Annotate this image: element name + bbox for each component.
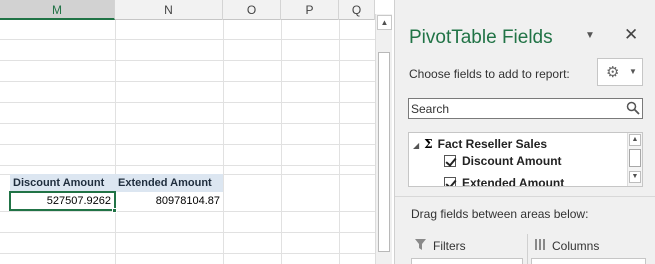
columns-area-label: Columns — [552, 239, 600, 253]
chevron-down-icon: ▼ — [629, 67, 637, 76]
search-input[interactable] — [409, 99, 614, 118]
vertical-scrollbar[interactable]: ▲ — [375, 14, 392, 264]
grid-row — [0, 125, 375, 145]
column-header-m[interactable]: M — [0, 0, 115, 20]
field-settings-button[interactable]: ⚙ ▼ — [597, 58, 643, 86]
field-label: Discount Amount — [462, 154, 562, 168]
scroll-thumb[interactable] — [629, 149, 641, 167]
columns-icon — [535, 239, 546, 253]
checkbox-checked[interactable] — [444, 155, 456, 167]
area-separator — [527, 234, 528, 264]
scroll-up-button[interactable]: ▲ — [377, 15, 392, 30]
divider — [395, 196, 655, 197]
filter-icon — [415, 239, 426, 253]
column-header-row: M N O P Q — [0, 0, 375, 20]
field-discount-amount[interactable]: Discount Amount — [444, 153, 562, 170]
pivottable-fields-pane: PivotTable Fields ▼ ✕ Choose fields to a… — [394, 0, 655, 264]
field-list-scrollbar[interactable]: ▲ ▼ — [627, 133, 642, 186]
table-name: Fact Reseller Sales — [437, 137, 548, 151]
field-search-box[interactable] — [408, 98, 643, 119]
column-header-q[interactable]: Q — [339, 0, 375, 20]
pivot-value-extended-amount[interactable]: 80978104.87 — [116, 192, 223, 210]
grid-row — [0, 104, 375, 124]
grid-row — [0, 234, 375, 254]
close-icon[interactable]: ✕ — [624, 25, 638, 45]
grid-row — [0, 41, 375, 61]
grid-row — [0, 155, 375, 175]
field-label: Extended Amount — [462, 176, 565, 187]
field-extended-amount[interactable]: Extended Amount — [444, 175, 565, 187]
search-icon[interactable] — [626, 101, 640, 118]
choose-fields-label: Choose fields to add to report: — [409, 67, 570, 81]
grid-row — [0, 62, 375, 82]
scroll-thumb[interactable] — [378, 52, 390, 252]
chevron-down-icon[interactable]: ▼ — [585, 30, 595, 41]
columns-drop-zone[interactable] — [531, 258, 646, 264]
grid-row — [0, 20, 375, 40]
checkbox-checked[interactable] — [444, 177, 456, 186]
filters-area-label: Filters — [433, 239, 466, 253]
field-list[interactable]: ◢ Σ Fact Reseller Sales Discount Amount Ex… — [408, 132, 643, 187]
column-header-n[interactable]: N — [115, 0, 223, 20]
spreadsheet-grid[interactable]: M N O P Q Discount Amount Extended Amoun… — [0, 0, 375, 264]
pivot-header-discount-amount[interactable]: Discount Amount — [10, 174, 115, 192]
drag-fields-label: Drag fields between areas below: — [411, 207, 589, 221]
gear-icon: ⚙ — [606, 64, 620, 81]
pivot-header-extended-amount[interactable]: Extended Amount — [115, 174, 223, 192]
sigma-icon: Σ — [424, 137, 433, 151]
table-node-fact-reseller-sales[interactable]: ◢ Σ Fact Reseller Sales — [413, 136, 547, 153]
pane-title: PivotTable Fields — [409, 27, 553, 48]
scroll-up-button[interactable]: ▲ — [629, 134, 641, 146]
filters-drop-zone[interactable] — [411, 258, 523, 264]
grid-row — [0, 213, 375, 233]
grid-row — [0, 83, 375, 103]
scroll-down-button[interactable]: ▼ — [629, 171, 641, 183]
column-header-p[interactable]: P — [281, 0, 339, 20]
column-header-o[interactable]: O — [223, 0, 281, 20]
pivot-value-discount-amount[interactable]: 527507.9262 — [9, 191, 116, 211]
collapse-triangle-icon[interactable]: ◢ — [413, 141, 419, 150]
